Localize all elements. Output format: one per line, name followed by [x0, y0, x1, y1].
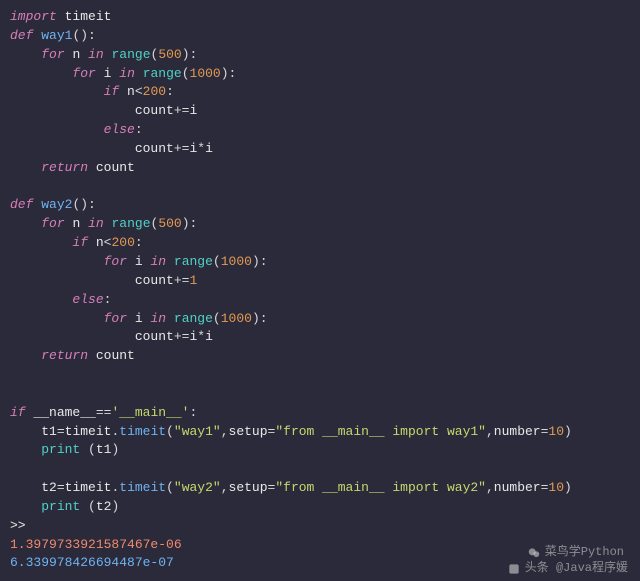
blank-line — [10, 385, 630, 404]
code-line: t2=timeit.timeit("way2",setup="from __ma… — [10, 479, 630, 498]
code-line: return count — [10, 347, 630, 366]
code-line: for n in range(500): — [10, 215, 630, 234]
code-line: import timeit — [10, 8, 630, 27]
code-line: print (t2) — [10, 498, 630, 517]
code-block: import timeit def way1(): for n in range… — [10, 8, 630, 573]
wechat-icon — [527, 546, 541, 560]
code-line: if n<200: — [10, 234, 630, 253]
watermark-2: 头条 @Java程序媛 — [507, 560, 628, 577]
blank-line — [10, 366, 630, 385]
prompt-line: >> — [10, 517, 630, 536]
watermark-text-1: 菜鸟学Python — [545, 544, 624, 561]
code-line: for n in range(500): — [10, 46, 630, 65]
code-line: else: — [10, 291, 630, 310]
code-line: def way2(): — [10, 196, 630, 215]
code-line: print (t1) — [10, 441, 630, 460]
blank-line — [10, 178, 630, 197]
toutiao-icon — [507, 562, 521, 576]
code-line: count+=1 — [10, 272, 630, 291]
code-line: for i in range(1000): — [10, 65, 630, 84]
watermark-text-2: 头条 @Java程序媛 — [525, 560, 628, 577]
code-line: count+=i*i — [10, 328, 630, 347]
code-line: count+=i — [10, 102, 630, 121]
blank-line — [10, 460, 630, 479]
code-line: if __name__=='__main__': — [10, 404, 630, 423]
code-line: def way1(): — [10, 27, 630, 46]
code-line: t1=timeit.timeit("way1",setup="from __ma… — [10, 423, 630, 442]
code-line: for i in range(1000): — [10, 253, 630, 272]
code-line: count+=i*i — [10, 140, 630, 159]
code-line: if n<200: — [10, 83, 630, 102]
code-line: return count — [10, 159, 630, 178]
watermark: 菜鸟学Python — [527, 544, 628, 561]
code-line: else: — [10, 121, 630, 140]
code-line: for i in range(1000): — [10, 310, 630, 329]
